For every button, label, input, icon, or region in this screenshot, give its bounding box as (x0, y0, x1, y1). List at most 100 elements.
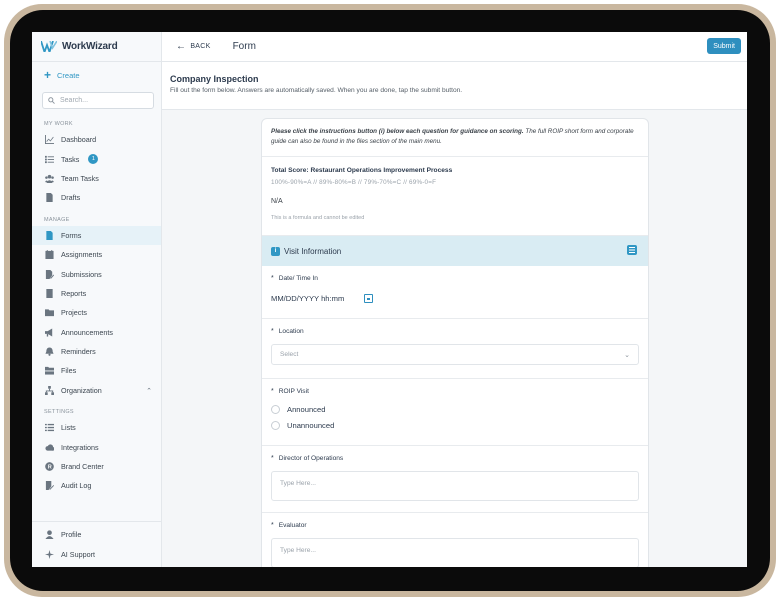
field-label: * ROIP Visit (271, 388, 639, 395)
field-label-text: ROIP Visit (278, 388, 309, 395)
radio-label: Unannounced (287, 421, 335, 430)
sidebar-item-label: Lists (61, 423, 76, 433)
sidebar-item-ai-support[interactable]: AI Support (32, 545, 161, 564)
required-mark: * (271, 455, 274, 462)
back-label: BACK (190, 43, 211, 50)
org-icon (44, 385, 54, 395)
total-score-value: N/A (271, 198, 283, 205)
field-date-time-in: * Date/ Time In MM/DD/YYYY hh:mm (262, 266, 648, 319)
chart-icon (44, 135, 54, 145)
sidebar-item-announcements[interactable]: Announcements (32, 323, 161, 342)
info-icon[interactable]: i (271, 246, 280, 256)
create-label: Create (57, 70, 80, 80)
field-label: * Director of Operations (271, 455, 639, 462)
sidebar-item-submissions[interactable]: Submissions (32, 264, 161, 283)
submit-button[interactable]: Submit (707, 38, 741, 54)
section-label-my-work: MY WORK (44, 121, 73, 127)
sidebar-item-organization[interactable]: Organization ⌃ (32, 381, 161, 400)
total-score-label: Total Score: Restaurant Operations Impro… (271, 167, 453, 174)
field-label-text: Date/ Time In (278, 275, 318, 282)
sidebar-item-label: Submissions (61, 269, 102, 279)
location-select[interactable]: Select ⌄ (271, 344, 639, 365)
sidebar-item-integrations[interactable]: Integrations (32, 437, 161, 456)
sidebar-item-reports[interactable]: Reports (32, 284, 161, 303)
sidebar-item-audit-log[interactable]: Audit Log (32, 476, 161, 495)
field-director-of-operations: * Director of Operations Type Here... (262, 446, 648, 513)
sidebar-item-brand-center[interactable]: R Brand Center (32, 457, 161, 476)
radio-option-unannounced[interactable]: Unannounced (271, 421, 639, 430)
document-icon (44, 193, 54, 203)
sidebar-item-forms[interactable]: Forms (32, 225, 161, 245)
radio-option-announced[interactable]: Announced (271, 405, 639, 414)
sidebar-item-label: Announcements (61, 327, 113, 337)
search-input[interactable]: Search... (42, 92, 154, 109)
list-view-icon[interactable] (627, 245, 637, 255)
director-input[interactable]: Type Here... (271, 471, 639, 501)
sidebar-item-label: Organization (61, 385, 102, 395)
sidebar-item-files[interactable]: Files (32, 361, 161, 380)
calendar-picker-icon[interactable] (364, 294, 374, 303)
svg-text:R: R (47, 465, 51, 471)
audit-icon (44, 481, 54, 491)
instructions-text: Please click the instructions button (i)… (262, 119, 648, 157)
datetime-value: MM/DD/YYYY hh:mm (271, 294, 345, 303)
bell-icon (44, 347, 54, 357)
radio-button[interactable] (271, 405, 280, 414)
top-bar: ← BACK Form Submit (162, 32, 747, 62)
sidebar-item-lists[interactable]: Lists (32, 418, 161, 437)
brand-logo[interactable]: WorkWizard (32, 32, 161, 62)
files-icon (44, 366, 54, 376)
search-placeholder: Search... (60, 97, 89, 104)
sidebar-item-label: Projects (61, 308, 87, 318)
arrow-left-icon: ← (176, 41, 187, 52)
calendar-icon (44, 250, 54, 260)
section-title: Visit Information (284, 246, 342, 256)
chevron-up-icon[interactable]: ⌃ (146, 387, 152, 395)
evaluator-input[interactable]: Type Here... (271, 538, 639, 567)
form-card: Please click the instructions button (i)… (261, 118, 649, 567)
sidebar-item-label: Reminders (61, 347, 96, 357)
sidebar-bottom: Profile AI Support (32, 521, 161, 567)
sidebar-item-label: Team Tasks (61, 173, 99, 183)
form-subtitle: Fill out the form below. Answers are aut… (170, 87, 463, 94)
sidebar-item-label: Integrations (61, 442, 99, 452)
create-button[interactable]: + Create (32, 63, 161, 87)
back-button[interactable]: ← BACK (176, 41, 211, 52)
field-evaluator: * Evaluator Type Here... (262, 513, 648, 567)
sidebar-item-label: Files (61, 366, 77, 376)
radio-button[interactable] (271, 421, 280, 430)
sidebar-item-profile[interactable]: Profile (32, 525, 161, 544)
sidebar-item-label: Drafts (61, 193, 81, 203)
field-label: * Date/ Time In (271, 275, 639, 282)
formula-note: This is a formula and cannot be edited (271, 215, 365, 221)
sidebar-item-drafts[interactable]: Drafts (32, 188, 161, 207)
field-label-text: Evaluator (278, 522, 307, 529)
required-mark: * (271, 275, 274, 282)
team-icon (44, 173, 54, 183)
tasks-count-badge: 1 (88, 154, 99, 165)
sidebar-item-reminders[interactable]: Reminders (32, 342, 161, 361)
field-roip-visit: * ROIP Visit Announced Unannounced (262, 379, 648, 446)
sidebar: WorkWizard + Create Search... MY WORK Da… (32, 32, 162, 567)
sidebar-item-projects[interactable]: Projects (32, 303, 161, 322)
sidebar-item-team-tasks[interactable]: Team Tasks (32, 169, 161, 188)
sidebar-item-dashboard[interactable]: Dashboard (32, 130, 161, 149)
sidebar-item-tasks[interactable]: Tasks 1 (32, 149, 161, 168)
sidebar-item-label: Brand Center (61, 462, 104, 472)
total-score-field: Total Score: Restaurant Operations Impro… (262, 157, 648, 236)
sidebar-item-label: Audit Log (61, 481, 92, 491)
section-label-manage: MANAGE (44, 216, 70, 223)
submission-icon (44, 269, 54, 279)
form-title: Company Inspection (170, 74, 259, 84)
folder-icon (44, 308, 54, 318)
list-icon (44, 423, 54, 433)
checklist-icon (44, 154, 54, 164)
chevron-down-icon: ⌄ (624, 351, 630, 359)
sidebar-item-label: Reports (61, 288, 87, 298)
sidebar-item-assignments[interactable]: Assignments (32, 245, 161, 264)
user-icon (44, 530, 54, 540)
datetime-input[interactable]: MM/DD/YYYY hh:mm (271, 294, 639, 303)
workwizard-logo-icon (41, 41, 57, 52)
sidebar-item-label: Forms (61, 230, 82, 240)
section-header-visit-information[interactable]: i Visit Information (262, 236, 648, 266)
